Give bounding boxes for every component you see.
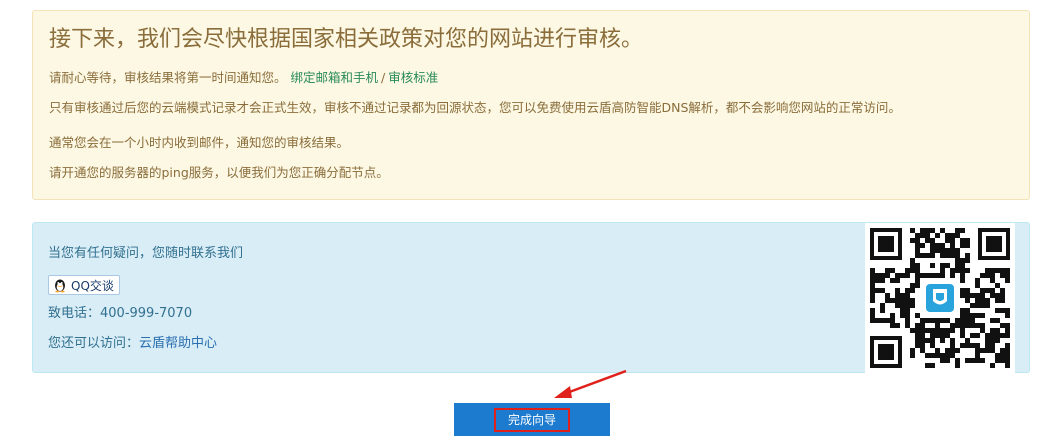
qq-chat-button[interactable]: QQ交谈 (48, 275, 120, 295)
link-separator: / (381, 70, 386, 85)
pointer-arrow-icon (554, 369, 627, 398)
bind-email-phone-link[interactable]: 绑定邮箱和手机 (291, 70, 379, 85)
finish-wizard-button[interactable]: 完成向导 (454, 403, 610, 436)
contact-visit-text: 您还可以访问： (48, 336, 140, 351)
review-notice-panel: 接下来，我们会尽快根据国家相关政策对您的网站进行审核。 请耐心等待，审核结果将第… (32, 10, 1030, 200)
notice-line-email: 通常您会在一个小时内收到邮件，通知您的审核结果。 (49, 135, 350, 150)
notice-line-ping: 请开通您的服务器的ping服务，以便我们为您正确分配节点。 (49, 165, 389, 180)
contact-visit-line: 您还可以访问：云盾帮助中心 (48, 335, 217, 353)
contact-panel: 当您有任何疑问，您随时联系我们 QQ交谈 致电话：400-999-7070 您还… (32, 222, 1030, 373)
qq-chat-label: QQ交谈 (71, 278, 114, 293)
finish-wizard-label: 完成向导 (493, 407, 570, 432)
review-standard-link[interactable]: 审核标准 (388, 70, 438, 85)
notice-wait-text: 请耐心等待，审核结果将第一时间通知您。 (49, 70, 287, 85)
notice-wait-line: 请耐心等待，审核结果将第一时间通知您。 绑定邮箱和手机 / 审核标准 (49, 69, 438, 87)
notice-line-effect: 只有审核通过后您的云端模式记录才会正式生效，审核不通过记录都为回源状态，您可以免… (49, 100, 901, 115)
notice-title: 接下来，我们会尽快根据国家相关政策对您的网站进行审核。 (49, 27, 644, 52)
contact-phone: 致电话：400-999-7070 (48, 306, 193, 321)
qr-code-image (865, 223, 1015, 373)
contact-intro: 当您有任何疑问，您随时联系我们 (48, 246, 244, 261)
qq-penguin-icon (55, 279, 65, 293)
help-center-link[interactable]: 云盾帮助中心 (139, 336, 217, 351)
